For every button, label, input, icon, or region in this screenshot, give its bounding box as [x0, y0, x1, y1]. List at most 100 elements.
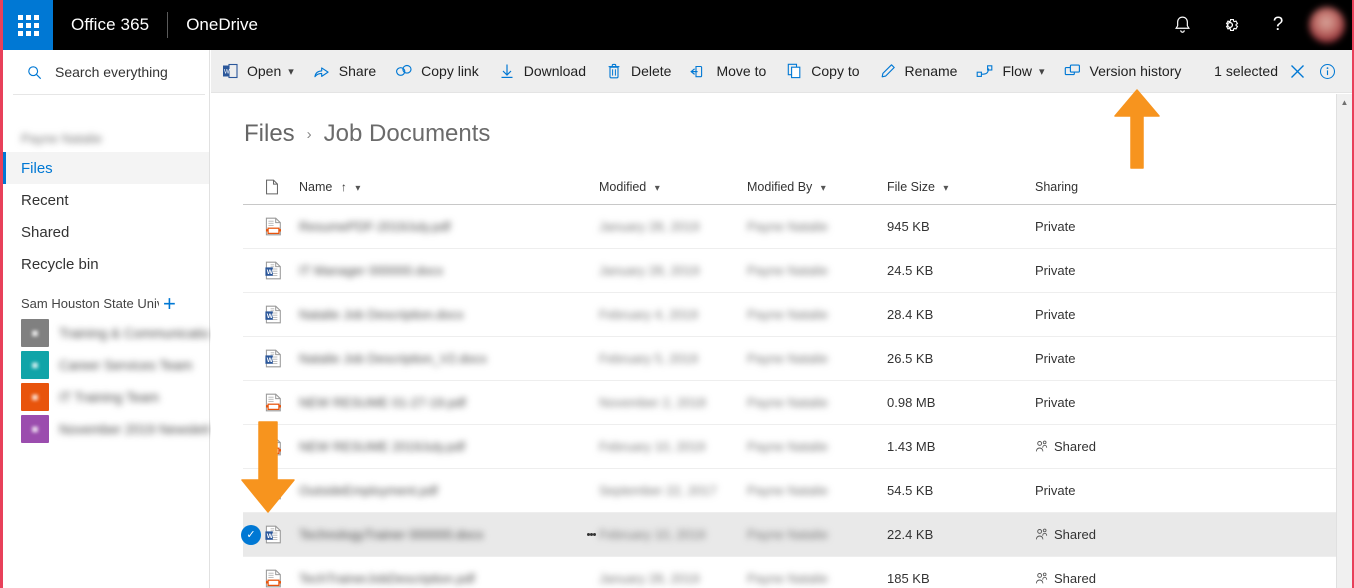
row-file-name[interactable]: NEW RESUME 2019July.pdf: [299, 439, 599, 454]
row-file-name[interactable]: TechTrainerJobDescription.pdf: [299, 571, 599, 586]
table-row[interactable]: NEW RESUME 01-27-19.pdfNovember 2, 2018 P…: [243, 381, 1336, 425]
table-row[interactable]: WNatalie Job Description.docxFebruary 4,…: [243, 293, 1336, 337]
copy-link-button[interactable]: Copy link: [385, 50, 488, 93]
delete-button[interactable]: Delete: [595, 50, 680, 93]
notifications-button[interactable]: [1158, 0, 1206, 50]
breadcrumb-root[interactable]: Files: [244, 120, 295, 148]
row-sharing[interactable]: Shared: [1035, 439, 1185, 454]
column-header-name[interactable]: Name ↑ ▾: [299, 180, 599, 194]
row-more-actions-button[interactable]: [581, 520, 601, 550]
move-to-icon: [689, 62, 709, 80]
clear-selection-button[interactable]: [1278, 50, 1315, 93]
row-checkbox-checked[interactable]: ✓: [241, 525, 261, 545]
move-to-button[interactable]: Move to: [680, 50, 775, 93]
row-file-name-text: OutsideEmployment.pdf: [299, 483, 438, 498]
close-icon: [1290, 64, 1305, 79]
file-type-column-header[interactable]: [265, 179, 299, 195]
row-modified-text: November 2, 2018: [599, 395, 706, 410]
table-row[interactable]: WNatalie Job Description_V2.docxFebruary…: [243, 337, 1336, 381]
column-header-sharing[interactable]: Sharing: [1035, 180, 1185, 194]
sidebar-item-files[interactable]: Files: [3, 152, 209, 184]
rename-button[interactable]: Rename: [869, 50, 967, 93]
row-modified-by: Payne Natalie: [747, 483, 887, 498]
site-label: IT Training Team: [59, 390, 159, 405]
word-file-icon: W: [265, 525, 282, 544]
office-365-brand[interactable]: Office 365: [53, 15, 167, 35]
column-header-modified-by-label: Modified By: [747, 180, 812, 194]
row-sharing[interactable]: Private: [1035, 263, 1185, 278]
bell-icon: [1173, 15, 1192, 35]
row-sharing[interactable]: Private: [1035, 395, 1185, 410]
table-row[interactable]: ✓WTechnologyTrainer 000000.docxFebruary …: [243, 513, 1336, 557]
app-launcher-button[interactable]: [3, 0, 53, 50]
row-file-name[interactable]: IT Manager 000000.docx: [299, 263, 599, 278]
open-button[interactable]: W Open ▾: [211, 50, 303, 93]
row-file-size: 945 KB: [887, 219, 1035, 234]
column-header-file-size[interactable]: File Size ▾: [887, 180, 1035, 194]
row-file-size: 185 KB: [887, 571, 1035, 586]
row-modified: January 28, 2019: [599, 219, 747, 234]
search-input[interactable]: Search everything: [13, 50, 205, 95]
pdf-file-icon: [265, 569, 282, 588]
row-checkbox[interactable]: ✓: [243, 525, 265, 545]
share-button[interactable]: Share: [303, 50, 385, 93]
download-button[interactable]: Download: [488, 50, 595, 93]
list-item[interactable]: ■ November 2019 Newsletter: [3, 413, 209, 445]
table-row[interactable]: OutsideEmployment.pdfSeptember 22, 2017P…: [243, 469, 1336, 513]
settings-button[interactable]: [1206, 0, 1254, 50]
list-item[interactable]: ■ Training & Communication: [3, 317, 209, 349]
sidebar-item-recycle-bin[interactable]: Recycle bin: [3, 248, 209, 280]
onedrive-app-name[interactable]: OneDrive: [168, 15, 276, 35]
flow-button[interactable]: Flow ▾: [966, 50, 1053, 93]
row-file-name[interactable]: NEW RESUME 01-27-19.pdf: [299, 395, 599, 410]
row-file-name-text: TechTrainerJobDescription.pdf: [299, 571, 475, 586]
row-file-name-text: NEW RESUME 2019July.pdf: [299, 439, 465, 454]
svg-text:W: W: [267, 269, 274, 276]
column-header-modified[interactable]: Modified ▾: [599, 180, 747, 194]
row-sharing[interactable]: Private: [1035, 351, 1185, 366]
list-item[interactable]: ■ IT Training Team: [3, 381, 209, 413]
row-sharing[interactable]: Shared: [1035, 571, 1185, 586]
scroll-up-arrow-icon[interactable]: ▲: [1337, 94, 1352, 110]
row-file-name-text: ResumePDF-2019July.pdf: [299, 219, 451, 234]
row-file-name[interactable]: TechnologyTrainer 000000.docx: [299, 527, 599, 542]
row-file-name[interactable]: Natalie Job Description_V2.docx: [299, 351, 599, 366]
files-content-area: Files › Job Documents Name ↑ ▾ Modified …: [211, 94, 1336, 588]
row-file-type-icon: [265, 437, 299, 456]
row-sharing-text: Private: [1035, 483, 1075, 498]
row-sharing[interactable]: Shared: [1035, 527, 1185, 542]
svg-text:W: W: [267, 313, 274, 320]
sidebar-item-shared[interactable]: Shared: [3, 216, 209, 248]
site-label: November 2019 Newsletter: [59, 422, 209, 437]
column-header-modified-label: Modified: [599, 180, 646, 194]
sidebar-item-recent[interactable]: Recent: [3, 184, 209, 216]
add-site-icon[interactable]: +: [163, 297, 176, 311]
row-file-name[interactable]: OutsideEmployment.pdf: [299, 483, 599, 498]
row-sharing[interactable]: Private: [1035, 483, 1185, 498]
row-file-name[interactable]: Natalie Job Description.docx: [299, 307, 599, 322]
table-row[interactable]: ResumePDF-2019July.pdfJanuary 28, 2019Pa…: [243, 205, 1336, 249]
row-sharing[interactable]: Private: [1035, 307, 1185, 322]
user-avatar-button[interactable]: [1302, 0, 1352, 50]
list-item[interactable]: ■ Career Services Team: [3, 349, 209, 381]
row-sharing-text: Private: [1035, 307, 1075, 322]
row-sharing-text: Private: [1035, 351, 1075, 366]
vertical-scrollbar[interactable]: ▲: [1336, 94, 1352, 588]
info-icon: [1319, 63, 1336, 80]
help-button[interactable]: ?: [1254, 0, 1302, 50]
row-sharing[interactable]: Private: [1035, 219, 1185, 234]
pencil-icon: [878, 62, 898, 80]
site-badge-icon: ■: [21, 319, 49, 347]
sidebar-item-recent-label: Recent: [21, 192, 69, 209]
row-file-name-text: Natalie Job Description.docx: [299, 307, 464, 322]
column-header-modified-by[interactable]: Modified By ▾: [747, 180, 887, 194]
suite-header-actions: ?: [1158, 0, 1352, 50]
copy-to-button[interactable]: Copy to: [775, 50, 868, 93]
version-history-button[interactable]: Version history: [1054, 50, 1191, 93]
table-row[interactable]: NEW RESUME 2019July.pdfFebruary 10, 2019…: [243, 425, 1336, 469]
table-row[interactable]: TechTrainerJobDescription.pdfJanuary 28,…: [243, 557, 1336, 588]
download-label: Download: [524, 63, 586, 79]
row-file-name[interactable]: ResumePDF-2019July.pdf: [299, 219, 599, 234]
table-row[interactable]: WIT Manager 000000.docxJanuary 28, 2019P…: [243, 249, 1336, 293]
details-info-button[interactable]: [1315, 50, 1352, 93]
